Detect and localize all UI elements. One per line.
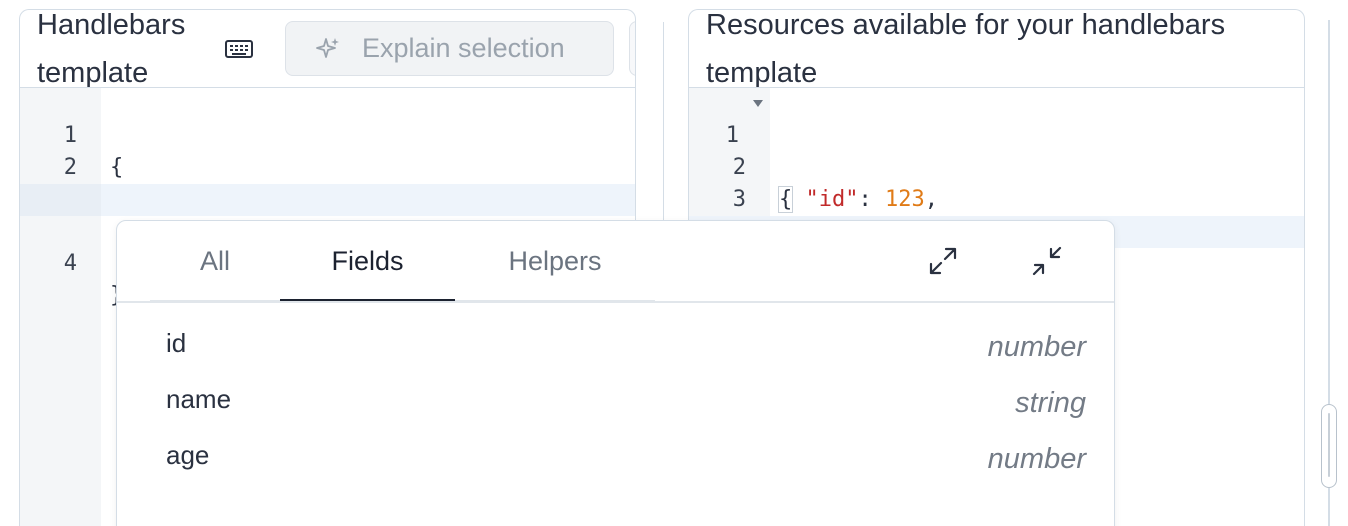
code-line: 1 { — [20, 88, 635, 180]
code-line-active: 4 } {{ — [20, 184, 635, 308]
tab-helpers[interactable]: Helpers — [495, 221, 615, 301]
field-type: number — [987, 331, 1086, 363]
field-type: number — [987, 443, 1086, 475]
field-name: id — [166, 328, 187, 358]
field-item-name[interactable]: name string — [166, 379, 1086, 435]
explain-selection-label: Explain selection — [362, 33, 565, 63]
expand-icon[interactable] — [927, 245, 959, 277]
field-type: string — [1015, 387, 1086, 419]
code-line: 2 "id": 123, — [689, 120, 1304, 212]
scrollbar-thumb[interactable] — [1321, 404, 1337, 488]
tab-fields[interactable]: Fields — [280, 221, 455, 303]
field-item-id[interactable]: id number — [166, 323, 1086, 379]
divider — [117, 301, 1114, 303]
keyboard-icon[interactable] — [225, 40, 253, 58]
field-item-age[interactable]: age number — [166, 435, 1086, 491]
autocomplete-tabs: All Fields Helpers — [150, 221, 655, 303]
field-name: age — [166, 440, 210, 470]
explain-selection-button[interactable]: Explain selection — [285, 21, 614, 76]
resources-panel-title: Resources available for your handlebars … — [706, 9, 1226, 89]
code-line: 3 "addResult": {{add id age}} — [20, 152, 635, 244]
code-line: 2 "First Name": "{{name}}", — [20, 120, 635, 212]
autocomplete-popup: All Fields Helpers id number name string… — [116, 220, 1115, 526]
code-line: 4 "age": 33 — [689, 184, 1304, 276]
field-name: name — [166, 384, 232, 414]
code-line: 1 { — [689, 88, 1304, 213]
code-line: 3 "name": "Bob", — [689, 152, 1304, 244]
sparkle-icon — [316, 37, 339, 58]
collapse-icon[interactable] — [1031, 245, 1063, 277]
line-number: 4 — [63, 251, 77, 276]
toolbar-more-button[interactable] — [629, 21, 635, 76]
template-panel-title: Handlebars template — [37, 9, 186, 89]
fold-arrow-icon[interactable] — [753, 100, 763, 108]
tab-all[interactable]: All — [190, 221, 240, 301]
